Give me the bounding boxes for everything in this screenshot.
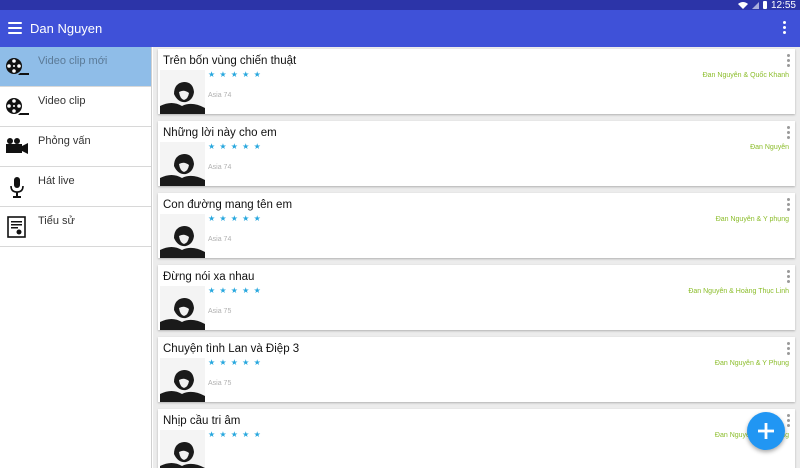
artist-label: Đan Nguyên & Hoàng Thục Linh: [688, 288, 789, 295]
song-title: Đừng nói xa nhau: [163, 271, 255, 283]
rating-stars: ★ ★ ★ ★ ★: [208, 70, 262, 79]
rating-stars: ★ ★ ★ ★ ★: [208, 214, 262, 223]
video-camera-icon: [6, 138, 28, 154]
album-label: Asia 75: [208, 380, 232, 387]
rating-stars: ★ ★ ★ ★ ★: [208, 142, 262, 151]
song-card[interactable]: Đừng nói xa nhau ★ ★ ★ ★ ★ Asia 75 Đan N…: [158, 265, 795, 330]
nav-label: Tiểu sử: [38, 215, 75, 227]
artist-label: Đan Nguyên & Quốc Khanh: [702, 72, 789, 79]
nav-item-biography[interactable]: Tiểu sử: [0, 207, 151, 247]
album-label: Asia 75: [208, 308, 232, 315]
app-bar: Dan Nguyen: [0, 10, 800, 47]
app-title: Dan Nguyen: [30, 21, 103, 36]
status-bar: 12:55: [0, 0, 800, 11]
film-reel-icon: [6, 58, 29, 75]
plus-icon: [758, 423, 774, 439]
signal-icon: [751, 1, 759, 9]
wifi-icon: [737, 1, 748, 9]
album-label: Asia 74: [208, 164, 232, 171]
artist-thumbnail: [160, 70, 205, 114]
hamburger-menu-icon[interactable]: [8, 22, 22, 34]
rating-stars: ★ ★ ★ ★ ★: [208, 286, 262, 295]
song-title: Con đường mang tên em: [163, 199, 293, 211]
card-overflow-icon[interactable]: [787, 126, 791, 139]
artist-label: Đan Nguyên & Y phụng: [715, 216, 789, 223]
song-card[interactable]: Con đường mang tên em ★ ★ ★ ★ ★ Asia 74 …: [158, 193, 795, 258]
nav-label: Hát live: [38, 175, 75, 187]
nav-label: Phỏng vấn: [38, 135, 91, 147]
nav-label: Video clip: [38, 95, 86, 107]
film-reel-icon: [6, 98, 29, 115]
nav-item-interviews[interactable]: Phỏng vấn: [0, 127, 151, 167]
nav-item-new-video-clips[interactable]: Video clip mới: [0, 47, 151, 87]
add-button[interactable]: [747, 412, 785, 450]
artist-label: Đan Nguyên: [750, 144, 789, 151]
song-card[interactable]: Chuyện tình Lan và Điệp 3 ★ ★ ★ ★ ★ Asia…: [158, 337, 795, 402]
status-time: 12:55: [770, 0, 796, 11]
song-list: Trên bốn vùng chiến thuật ★ ★ ★ ★ ★ Asia…: [153, 47, 800, 468]
song-card[interactable]: Nhịp cầu tri âm ★ ★ ★ ★ ★ Đan Nguyên & Y…: [158, 409, 795, 468]
song-title: Chuyện tình Lan và Điệp 3: [163, 343, 300, 355]
artist-thumbnail: [160, 358, 205, 402]
song-card[interactable]: Những lời này cho em ★ ★ ★ ★ ★ Asia 74 Đ…: [158, 121, 795, 186]
overflow-menu-icon[interactable]: [783, 21, 787, 35]
artist-label: Đan Nguyên & Y Phụng: [714, 360, 789, 367]
certificate-icon: [7, 216, 26, 238]
artist-thumbnail: [160, 142, 205, 186]
navigation-drawer: Video clip mới Video clip Phỏng vấn Hát …: [0, 47, 152, 468]
rating-stars: ★ ★ ★ ★ ★: [208, 358, 262, 367]
card-overflow-icon[interactable]: [787, 54, 791, 67]
album-label: Asia 74: [208, 236, 232, 243]
nav-item-live-singing[interactable]: Hát live: [0, 167, 151, 207]
artist-thumbnail: [160, 286, 205, 330]
album-label: Asia 74: [208, 92, 232, 99]
card-overflow-icon[interactable]: [787, 198, 791, 211]
nav-label: Video clip mới: [38, 55, 108, 67]
microphone-icon: [10, 177, 24, 198]
rating-stars: ★ ★ ★ ★ ★: [208, 430, 262, 439]
artist-thumbnail: [160, 214, 205, 258]
battery-icon: [762, 1, 767, 9]
artist-thumbnail: [160, 430, 205, 468]
card-overflow-icon[interactable]: [787, 342, 791, 355]
song-title: Nhịp cầu tri âm: [163, 415, 241, 427]
song-title: Trên bốn vùng chiến thuật: [163, 55, 297, 67]
nav-item-video-clips[interactable]: Video clip: [0, 87, 151, 127]
song-card[interactable]: Trên bốn vùng chiến thuật ★ ★ ★ ★ ★ Asia…: [158, 49, 795, 114]
card-overflow-icon[interactable]: [787, 414, 791, 427]
song-title: Những lời này cho em: [163, 127, 277, 139]
card-overflow-icon[interactable]: [787, 270, 791, 283]
